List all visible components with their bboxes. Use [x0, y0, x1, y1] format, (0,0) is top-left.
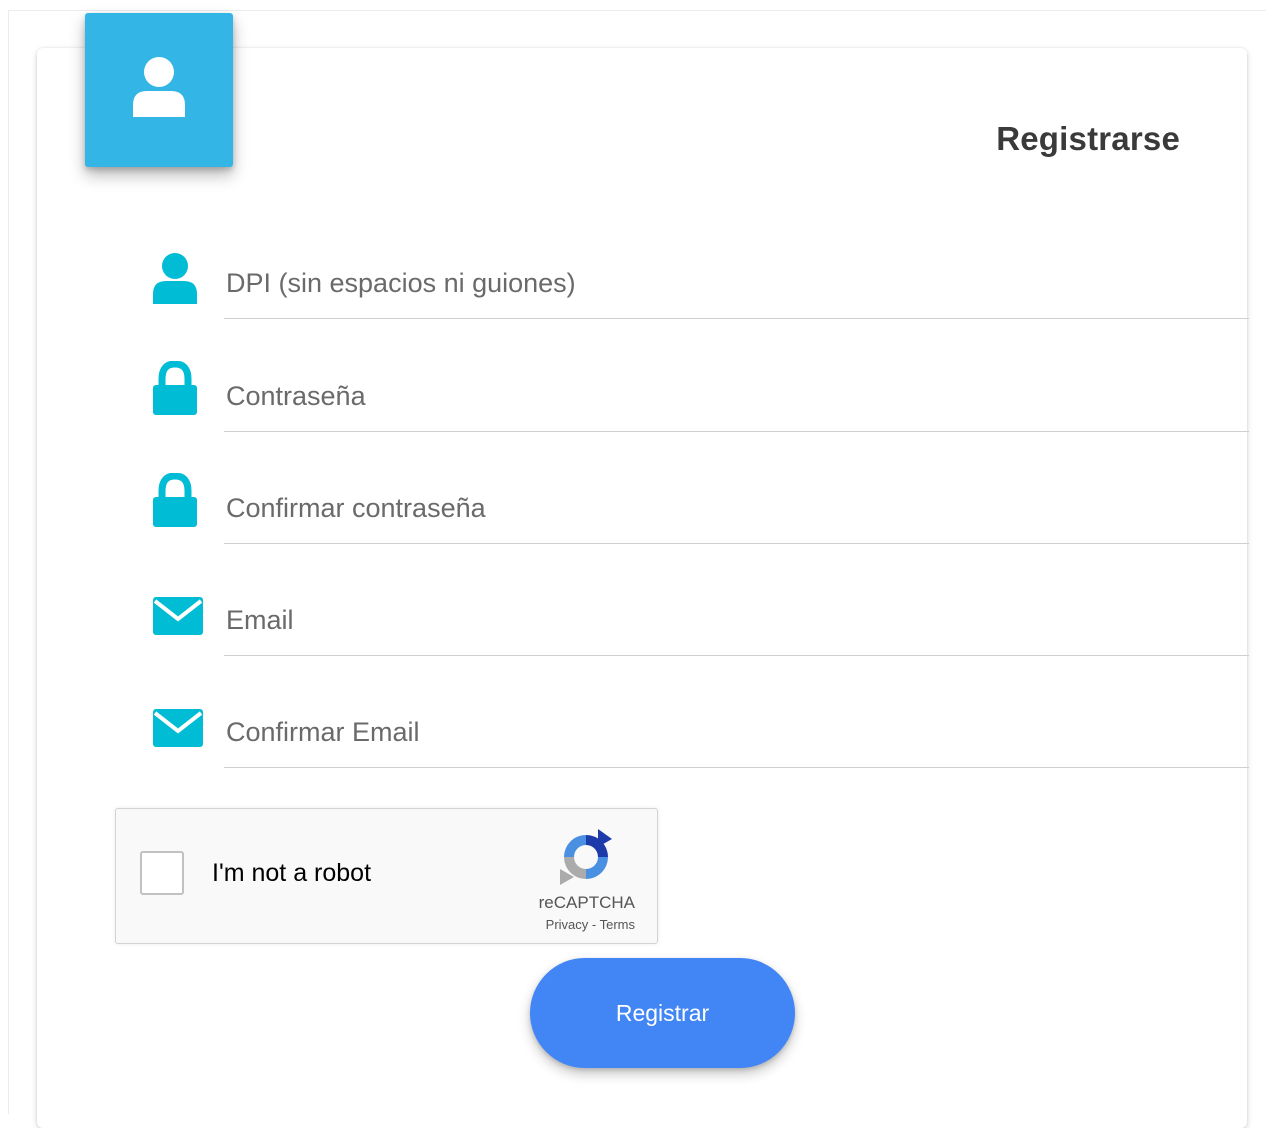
lock-icon: [149, 472, 209, 533]
email-input[interactable]: [224, 585, 1249, 656]
recaptcha-label: I'm not a robot: [212, 859, 372, 887]
recaptcha-logo-icon: [558, 829, 614, 887]
recaptcha-links: Privacy - Terms: [546, 917, 635, 932]
envelope-icon: [149, 585, 209, 645]
confirm-password-input[interactable]: [224, 473, 1249, 544]
header-avatar-badge: [85, 13, 233, 167]
recaptcha-widget: I'm not a robot reCAPTCHA Privacy - Term…: [115, 808, 658, 944]
lock-icon: [149, 360, 209, 421]
user-icon: [129, 55, 189, 126]
password-field: [149, 360, 1249, 441]
card-title: Registrarse: [996, 120, 1180, 157]
recaptcha-privacy-link[interactable]: Privacy: [546, 917, 589, 932]
recaptcha-terms-link[interactable]: Terms: [600, 917, 635, 932]
recaptcha-checkbox[interactable]: [140, 851, 184, 895]
confirm-email-field: [149, 697, 1249, 777]
recaptcha-brand: reCAPTCHA: [538, 893, 635, 912]
register-submit-button[interactable]: Registrar: [530, 958, 795, 1068]
password-input[interactable]: [224, 361, 1249, 432]
user-icon: [149, 248, 209, 308]
dpi-input[interactable]: [224, 248, 1249, 319]
confirm-email-input[interactable]: [224, 697, 1249, 768]
email-field: [149, 585, 1249, 665]
recaptcha-links-separator: -: [588, 917, 600, 932]
envelope-icon: [149, 697, 209, 757]
dpi-field: [149, 248, 1249, 328]
confirm-password-field: [149, 472, 1249, 553]
